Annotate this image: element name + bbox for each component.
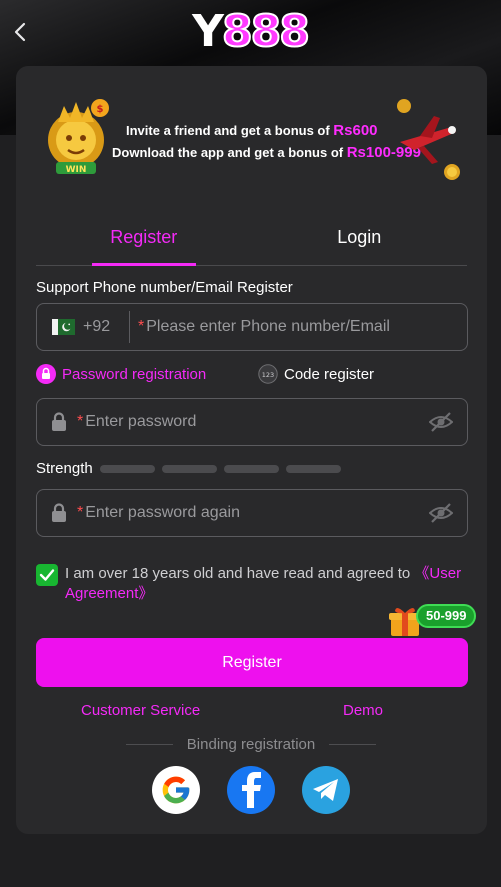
pakistan-flag-icon <box>52 319 75 335</box>
lion-mascot-icon: WIN $ <box>48 99 109 175</box>
banner-line-2: Download the app and get a bonus of Rs10… <box>112 144 421 161</box>
telegram-icon <box>313 779 338 801</box>
password-field[interactable]: * Enter password <box>36 398 468 446</box>
eye-off-icon[interactable] <box>429 502 453 524</box>
register-button[interactable]: Register <box>36 638 468 687</box>
phone-email-field[interactable]: +92 * Please enter Phone number/Email <box>36 303 468 351</box>
checkmark-icon <box>39 569 55 581</box>
chevron-left-icon <box>14 22 26 42</box>
google-icon <box>162 776 190 804</box>
tab-login[interactable]: Login <box>252 216 468 265</box>
logo-letter: Y <box>192 6 224 57</box>
password-confirm-field[interactable]: * Enter password again <box>36 489 468 537</box>
required-mark: * <box>138 318 145 335</box>
phone-email-placeholder: Please enter Phone number/Email <box>146 318 390 335</box>
banner-line-1-amount: Rs600 <box>333 122 378 139</box>
number-code-icon: 123 <box>258 364 278 384</box>
tab-register[interactable]: Register <box>36 216 252 265</box>
country-code[interactable]: +92 <box>83 318 129 336</box>
agreement-checkbox[interactable] <box>36 564 58 586</box>
facebook-login-button[interactable] <box>227 766 275 814</box>
divider-line <box>126 744 173 745</box>
demo-link[interactable]: Demo <box>343 702 383 719</box>
strength-bar <box>285 464 341 473</box>
google-login-button[interactable] <box>152 766 200 814</box>
binding-divider: Binding registration <box>126 736 377 753</box>
customer-service-link[interactable]: Customer Service <box>81 702 200 719</box>
eye-off-icon[interactable] <box>429 411 453 433</box>
svg-text:WIN: WIN <box>66 165 87 175</box>
required-mark: * <box>77 413 84 430</box>
svg-text:$: $ <box>97 104 104 115</box>
agreement-row: I am over 18 years old and have read and… <box>36 564 466 604</box>
code-register-option[interactable]: 123 Code register <box>258 364 374 384</box>
password-registration-label: Password registration <box>62 365 207 383</box>
required-mark: * <box>77 504 84 521</box>
bonus-badge: 50-999 <box>416 604 477 628</box>
auth-tabs: Register Login <box>36 216 467 266</box>
register-section-label: Support Phone number/Email Register <box>36 279 293 296</box>
binding-registration-label: Binding registration <box>186 736 316 753</box>
banner-line-2-text: Download the app and get a bonus of <box>112 145 347 160</box>
password-registration-option[interactable]: Password registration <box>36 364 206 384</box>
strength-bar <box>223 464 279 473</box>
lock-icon <box>52 412 66 431</box>
telegram-login-button[interactable] <box>302 766 350 814</box>
plane-icon <box>397 99 460 180</box>
agreement-text: I am over 18 years old and have read and… <box>36 564 466 604</box>
brand-logo: Y888 <box>190 5 311 58</box>
lock-icon <box>52 503 66 522</box>
strength-bar <box>161 464 217 473</box>
register-card: WIN $ Invite a friend and get a bonus of… <box>16 66 487 834</box>
svg-text:123: 123 <box>262 371 274 379</box>
strength-bar <box>99 464 155 473</box>
divider-line <box>329 744 377 745</box>
banner-line-1-text: Invite a friend and get a bonus of <box>126 123 334 138</box>
password-placeholder: Enter password <box>85 413 197 430</box>
password-again-placeholder: Enter password again <box>85 504 240 521</box>
promo-banner: WIN $ Invite a friend and get a bonus of… <box>38 96 466 186</box>
field-divider <box>129 311 130 343</box>
code-register-label: Code register <box>284 365 375 383</box>
back-button[interactable] <box>8 18 32 46</box>
facebook-icon <box>242 772 261 808</box>
agreement-statement: I am over 18 years old and have read and… <box>65 565 415 582</box>
logo-number: 888 <box>221 5 311 58</box>
banner-line-1: Invite a friend and get a bonus of Rs600 <box>126 122 378 139</box>
lock-circle-icon <box>36 364 56 384</box>
strength-label: Strength <box>36 460 93 477</box>
password-strength: Strength <box>36 460 341 477</box>
